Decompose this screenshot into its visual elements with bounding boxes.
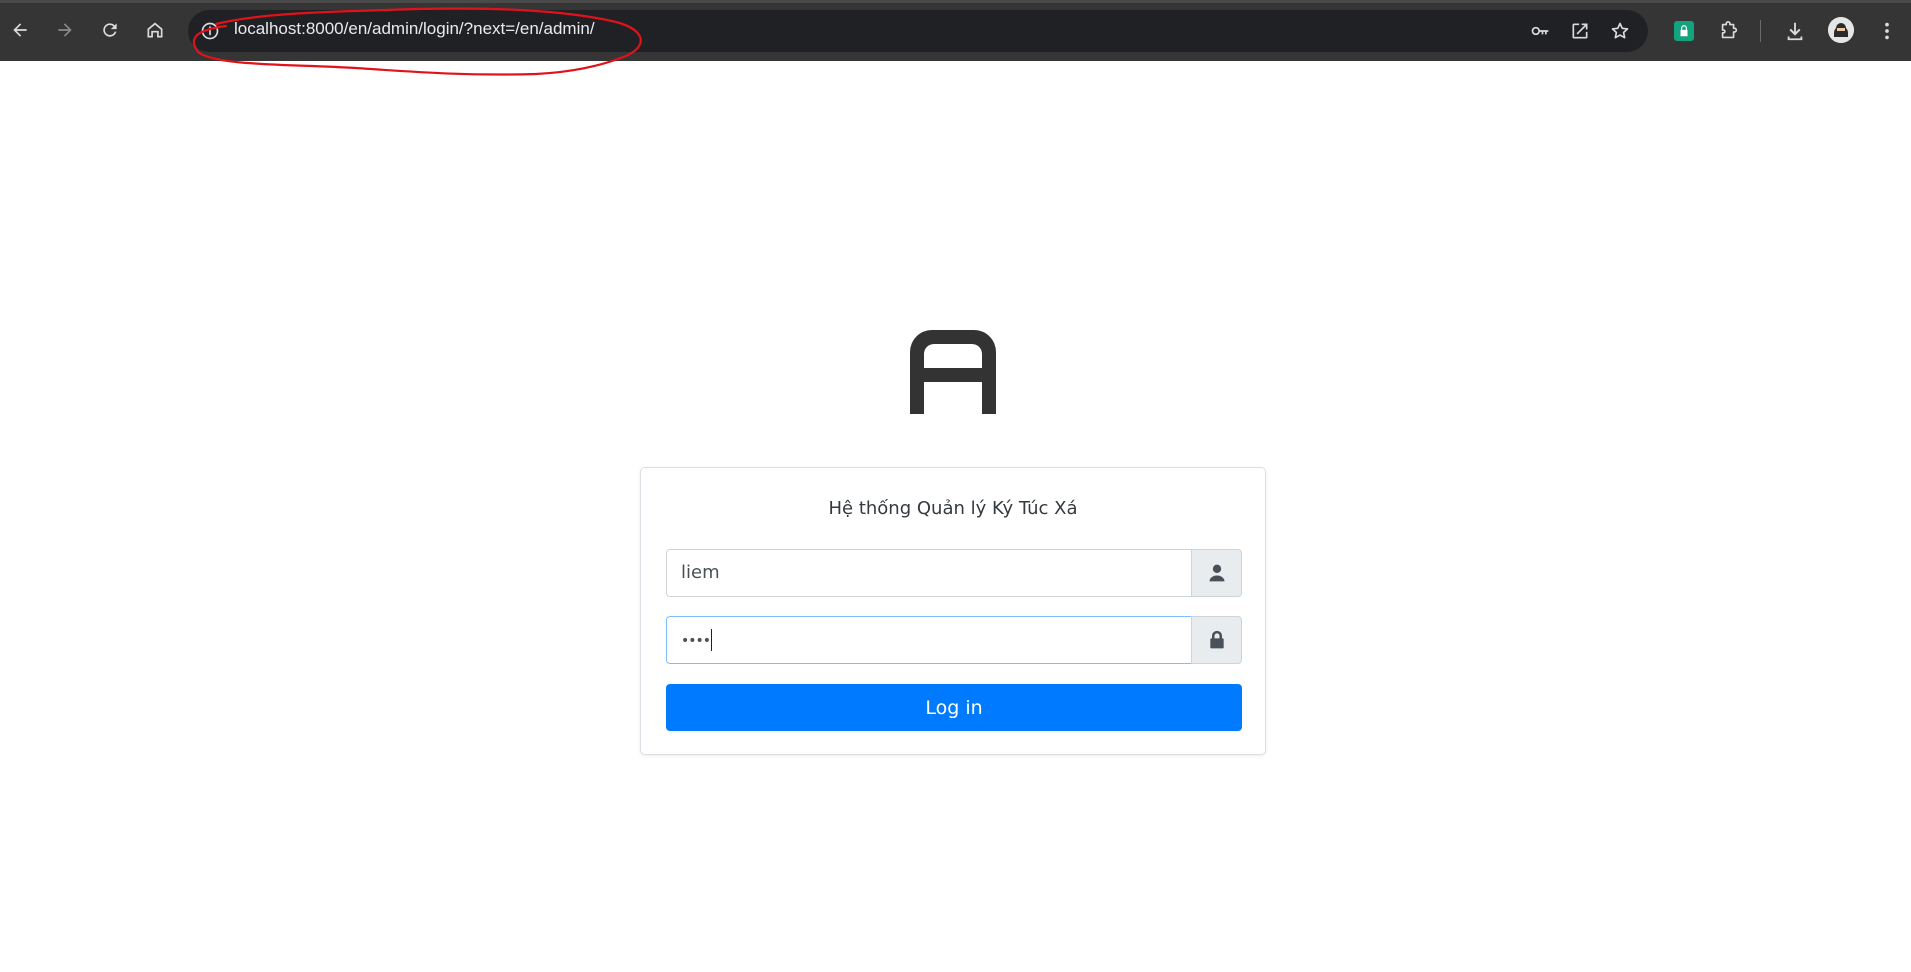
tab-strip-edge	[0, 0, 1911, 3]
page-title: Hệ thống Quản lý Ký Túc Xá	[828, 498, 1078, 519]
extension-lock-button[interactable]	[1674, 21, 1694, 41]
browser-menu-button[interactable]	[1872, 16, 1902, 46]
download-icon	[1787, 22, 1803, 41]
lock-icon	[1680, 25, 1688, 37]
login-button[interactable]: Log in	[666, 684, 1242, 731]
home-icon	[147, 22, 163, 38]
reload-button[interactable]	[94, 14, 126, 46]
forward-button[interactable]	[49, 14, 81, 46]
password-key-button[interactable]	[1528, 19, 1552, 43]
address-bar[interactable]: localhost:8000/en/admin/login/?next=/en/…	[188, 10, 1648, 52]
login-card: Hệ thống Quản lý Ký Túc Xá liem •••• Log…	[640, 467, 1266, 755]
external-link-icon	[1572, 23, 1588, 39]
user-icon	[1209, 564, 1224, 582]
profile-icon	[1828, 17, 1854, 43]
logo-a-icon	[910, 330, 996, 414]
key-icon	[1531, 26, 1549, 36]
username-addon	[1191, 549, 1242, 597]
bookmark-button[interactable]	[1608, 19, 1632, 43]
avatar[interactable]	[1828, 17, 1854, 43]
username-input[interactable]: liem	[666, 549, 1192, 597]
extensions-button[interactable]	[1714, 16, 1744, 46]
toolbar-divider	[1760, 20, 1761, 42]
open-in-app-button[interactable]	[1568, 19, 1592, 43]
arrow-right-icon	[58, 23, 72, 37]
password-field-group: ••••	[666, 616, 1242, 664]
username-value: liem	[681, 562, 720, 583]
puzzle-icon	[1721, 21, 1738, 39]
url-text[interactable]: localhost:8000/en/admin/login/?next=/en/…	[234, 19, 595, 39]
username-field-group: liem	[666, 549, 1242, 597]
password-value: ••••	[681, 633, 711, 649]
text-caret	[711, 629, 713, 651]
home-button[interactable]	[139, 14, 171, 46]
reload-icon	[103, 23, 117, 37]
back-button[interactable]	[4, 14, 36, 46]
downloads-button[interactable]	[1780, 16, 1810, 46]
kebab-menu-icon	[1885, 22, 1889, 40]
star-icon	[1611, 22, 1629, 39]
arrow-left-icon	[13, 23, 27, 37]
lock-icon	[1209, 630, 1224, 649]
info-icon[interactable]	[200, 21, 220, 41]
browser-toolbar: localhost:8000/en/admin/login/?next=/en/…	[0, 0, 1911, 76]
password-addon	[1191, 616, 1242, 664]
password-input[interactable]: ••••	[666, 616, 1192, 664]
